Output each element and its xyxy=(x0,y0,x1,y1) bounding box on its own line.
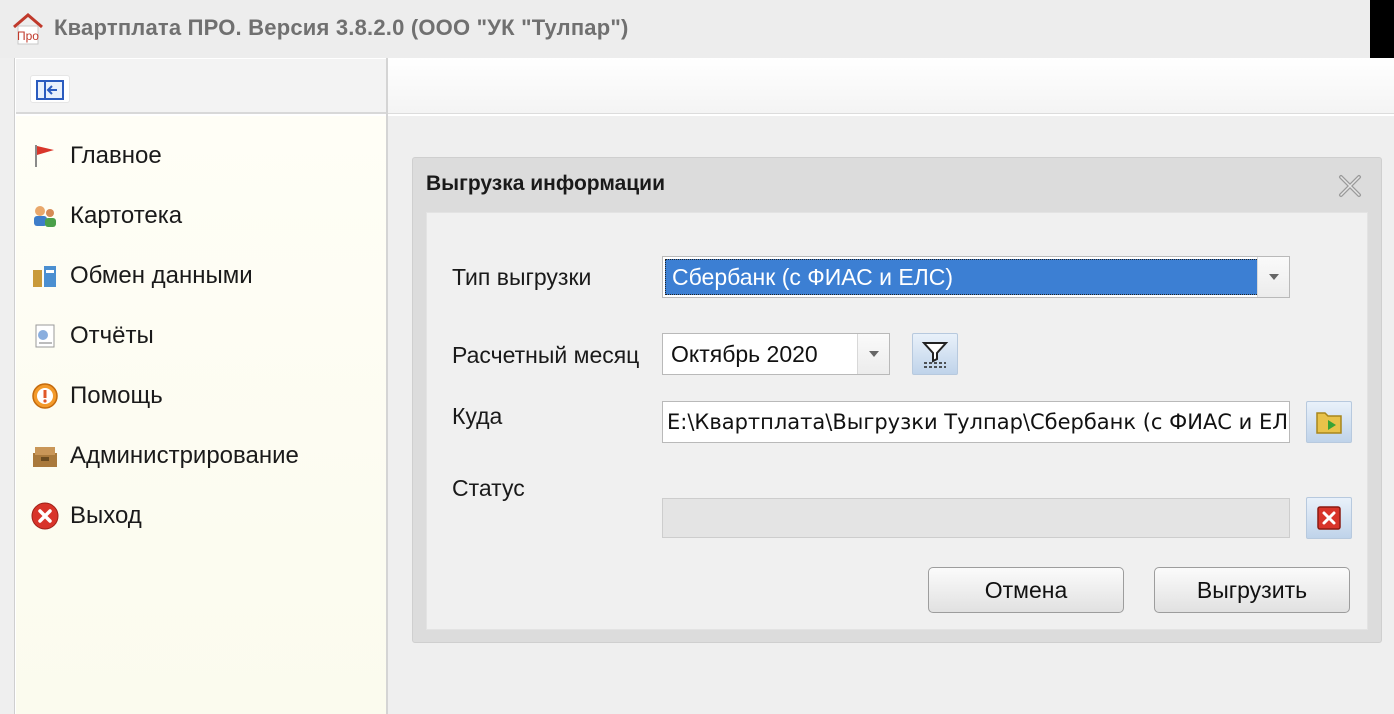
admin-icon xyxy=(30,441,60,471)
window-title: Квартплата ПРО. Версия 3.8.2.0 (ООО "УК … xyxy=(54,15,629,40)
sidebar-item-label: Главное xyxy=(70,142,162,169)
window-edge xyxy=(1370,0,1394,58)
sidebar-item-help[interactable]: Помощь xyxy=(30,376,380,416)
sidebar-item-data-exchange[interactable]: Обмен данными xyxy=(30,256,380,296)
cancel-button[interactable]: Отмена xyxy=(928,567,1124,613)
status-progress-bar xyxy=(662,498,1290,538)
export-button[interactable]: Выгрузить xyxy=(1154,567,1350,613)
title-bar: Про Квартплата ПРО. Версия 3.8.2.0 (ООО … xyxy=(0,0,1394,58)
svg-text:Про: Про xyxy=(17,29,39,43)
chevron-down-icon[interactable] xyxy=(857,334,889,374)
people-icon xyxy=(30,201,60,231)
sidebar-item-label: Отчёты xyxy=(70,322,154,349)
month-label: Расчетный месяц xyxy=(452,342,640,368)
exchange-icon xyxy=(30,261,60,291)
sidebar-item-label: Картотека xyxy=(70,202,183,229)
export-type-select[interactable]: Сбербанк (с ФИАС и ЕЛС) xyxy=(662,256,1290,298)
destination-label: Куда xyxy=(452,403,503,429)
reports-icon xyxy=(30,321,60,351)
sidebar-item-label: Администрирование xyxy=(70,442,299,469)
sidebar-toolbar xyxy=(16,58,386,114)
sidebar-item-records[interactable]: Картотека xyxy=(30,196,380,236)
close-icon xyxy=(1317,506,1341,530)
destination-path-input[interactable]: E:\Квартплата\Выгрузки Тулпар\Сбербанк (… xyxy=(662,401,1290,443)
close-icon[interactable] xyxy=(1336,172,1364,200)
export-type-label: Тип выгрузки xyxy=(452,264,592,290)
exit-icon xyxy=(30,501,60,531)
sidebar-item-admin[interactable]: Администрирование xyxy=(30,436,380,476)
collapse-sidebar-icon[interactable] xyxy=(30,75,70,103)
clear-status-button[interactable] xyxy=(1306,497,1352,539)
status-label: Статус xyxy=(452,475,525,501)
sidebar-item-exit[interactable]: Выход xyxy=(30,496,380,536)
month-value: Октябрь 2020 xyxy=(671,341,818,367)
export-type-value: Сбербанк (с ФИАС и ЕЛС) xyxy=(665,259,1259,295)
sidebar-item-reports[interactable]: Отчёты xyxy=(30,316,380,356)
sidebar-item-label: Выход xyxy=(70,502,142,529)
sidebar-item-label: Обмен данными xyxy=(70,262,253,289)
folder-icon xyxy=(1316,412,1342,434)
app-logo-icon: Про xyxy=(12,12,44,46)
sidebar-item-label: Помощь xyxy=(70,382,163,409)
filter-icon xyxy=(921,342,949,368)
flag-icon xyxy=(30,141,60,171)
filter-button[interactable] xyxy=(912,333,958,375)
dialog-title: Выгрузка информации xyxy=(426,172,665,195)
month-select[interactable]: Октябрь 2020 xyxy=(662,333,890,375)
sidebar: Главное Картотека Обмен данными Отчёты П… xyxy=(16,116,386,714)
help-icon xyxy=(30,381,60,411)
sidebar-item-main[interactable]: Главное xyxy=(30,136,380,176)
browse-folder-button[interactable] xyxy=(1306,401,1352,443)
chevron-down-icon[interactable] xyxy=(1257,257,1289,297)
main-toolbar xyxy=(388,58,1394,114)
